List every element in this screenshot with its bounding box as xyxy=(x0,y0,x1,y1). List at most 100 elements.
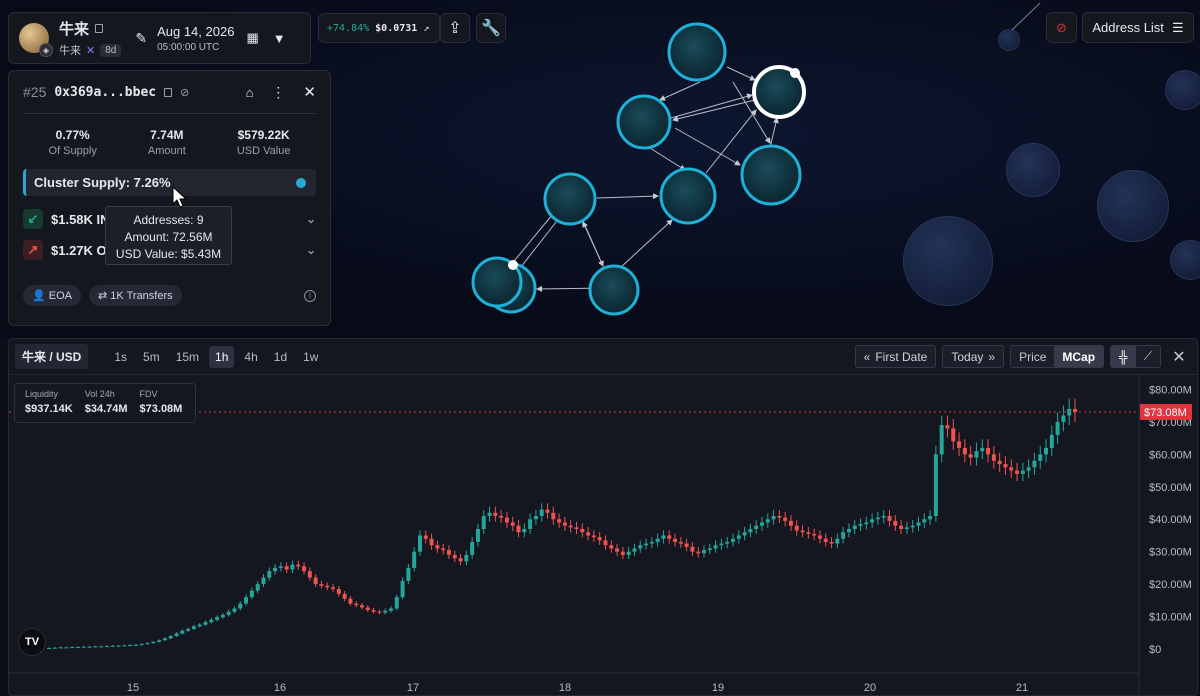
cluster-node[interactable] xyxy=(588,264,640,316)
tools-button[interactable]: 🔧 xyxy=(476,13,506,43)
candle-body xyxy=(678,541,683,544)
candle-body xyxy=(713,545,718,549)
cluster-node[interactable] xyxy=(659,167,717,225)
candle-body xyxy=(128,645,133,647)
filter-icon[interactable]: ▼ xyxy=(273,31,286,46)
timeframe-1d[interactable]: 1d xyxy=(268,346,293,368)
chevron-down-icon[interactable]: ⌄ xyxy=(306,212,316,226)
candle-body xyxy=(429,538,434,546)
price-toggle[interactable]: Price xyxy=(1011,346,1055,367)
candle-body xyxy=(412,551,417,568)
candle-body xyxy=(852,525,857,529)
more-icon[interactable]: ⋮ xyxy=(271,84,285,101)
candle-body xyxy=(568,525,573,528)
address-stats: 0.77% Of Supply 7.74M Amount $579.22K USD V… xyxy=(23,128,316,157)
info-icon[interactable]: i xyxy=(304,289,316,302)
timeframe-1h[interactable]: 1h xyxy=(209,345,235,368)
timeframe-1w[interactable]: 1w xyxy=(297,346,324,368)
timeframe-5m[interactable]: 5m xyxy=(137,346,166,368)
candle-body xyxy=(273,567,278,572)
candle-body xyxy=(244,597,249,604)
share-button[interactable]: ⇪ xyxy=(440,13,470,43)
candles-icon[interactable]: ╬ xyxy=(1111,346,1136,367)
tradingview-logo[interactable]: TV xyxy=(18,628,46,656)
candle-body xyxy=(481,516,486,529)
copy-icon[interactable] xyxy=(164,87,173,97)
calendar-icon[interactable]: ▦ xyxy=(246,30,258,46)
close-chart-icon[interactable]: ✕ xyxy=(1167,347,1191,367)
first-date-button[interactable]: « First Date xyxy=(854,345,937,368)
y-tick-label: $40.00M xyxy=(1149,514,1192,526)
today-button[interactable]: Today » xyxy=(942,345,1005,368)
cluster-node[interactable] xyxy=(740,144,802,206)
close-icon[interactable]: ✕ xyxy=(303,83,316,101)
candle-body xyxy=(957,441,962,448)
cluster-tooltip: Addresses: 9 Amount: 72.56M USD Value: $… xyxy=(105,206,232,265)
candlestick-chart[interactable]: $80.00M$70.00M$60.00M$50.00M$40.00M$30.0… xyxy=(9,375,1197,695)
copy-icon[interactable] xyxy=(95,24,104,33)
candle-body xyxy=(754,525,759,529)
candle-body xyxy=(452,554,457,559)
x-tick-label: 16 xyxy=(274,682,286,694)
candle-body xyxy=(551,512,556,520)
candle-body xyxy=(562,522,567,526)
address-list-button[interactable]: Address List ☰ xyxy=(1082,12,1194,43)
candle-body xyxy=(470,541,475,555)
candle-body xyxy=(215,617,220,620)
candle-body xyxy=(922,519,927,523)
y-tick-label: $30.00M xyxy=(1149,547,1192,559)
date-block[interactable]: Aug 14, 2026 05:00:00 UTC xyxy=(157,24,234,53)
candle-body xyxy=(1044,447,1049,455)
cluster-node[interactable] xyxy=(543,172,597,226)
candle-body xyxy=(75,647,80,649)
candle-body xyxy=(360,605,365,608)
candle-body xyxy=(951,428,956,442)
x-tick-label: 15 xyxy=(127,682,139,694)
mcap-toggle[interactable]: MCap xyxy=(1054,346,1104,367)
candle-body xyxy=(817,535,822,539)
timeframe-4h[interactable]: 4h xyxy=(238,346,263,368)
y-tick-label: $10.00M xyxy=(1149,612,1192,624)
candle-body xyxy=(238,603,243,609)
candle-body xyxy=(603,540,608,546)
cluster-supply-text: Cluster Supply: 7.26% xyxy=(34,175,171,190)
candle-body xyxy=(533,516,538,520)
tag-icon[interactable]: ⌂ xyxy=(246,85,254,100)
filter-toggle-button[interactable]: ⊘ xyxy=(1046,12,1077,43)
price-chip[interactable]: +74.84% $0.0731 ↗ xyxy=(318,13,440,43)
cluster-node[interactable] xyxy=(616,94,672,150)
candle-body xyxy=(835,538,840,544)
candle-body xyxy=(464,554,469,562)
timeframe-1s[interactable]: 1s xyxy=(108,346,133,368)
share-icon: ⇪ xyxy=(448,20,462,37)
hide-icon[interactable]: ⊘ xyxy=(180,86,189,99)
candle-body xyxy=(742,532,747,536)
age-badge: 8d xyxy=(100,43,122,57)
candle-body xyxy=(499,516,504,518)
trend-icon: ↗ xyxy=(423,22,430,34)
stat-value: 0.77% xyxy=(55,128,90,142)
candle-body xyxy=(864,522,869,525)
line-chart-icon[interactable]: ⟋ xyxy=(1135,346,1160,367)
edit-icon[interactable]: ✎ xyxy=(135,30,147,47)
candle-body xyxy=(783,517,788,521)
pair-label[interactable]: 牛来 / USD xyxy=(15,344,89,369)
candle-body xyxy=(87,646,92,648)
cluster-node[interactable] xyxy=(667,22,727,82)
candle-body xyxy=(707,548,712,551)
candle-body xyxy=(365,607,370,611)
volume-value: $34.74M xyxy=(84,403,128,415)
price-change: +74.84% xyxy=(327,22,370,34)
candle-body xyxy=(939,425,944,455)
timeframe-15m[interactable]: 15m xyxy=(170,346,205,368)
link-icon: ✕ xyxy=(86,44,96,57)
double-chevron-right-icon: » xyxy=(988,349,996,364)
cluster-supply-row[interactable]: Cluster Supply: 7.26% xyxy=(23,169,316,196)
lock-icon xyxy=(790,68,800,78)
chevron-down-icon[interactable]: ⌄ xyxy=(306,243,316,257)
candle-body xyxy=(394,597,399,609)
candle-body xyxy=(574,527,579,529)
candle-body xyxy=(759,522,764,526)
candle-body xyxy=(794,525,799,531)
candle-body xyxy=(197,624,202,627)
